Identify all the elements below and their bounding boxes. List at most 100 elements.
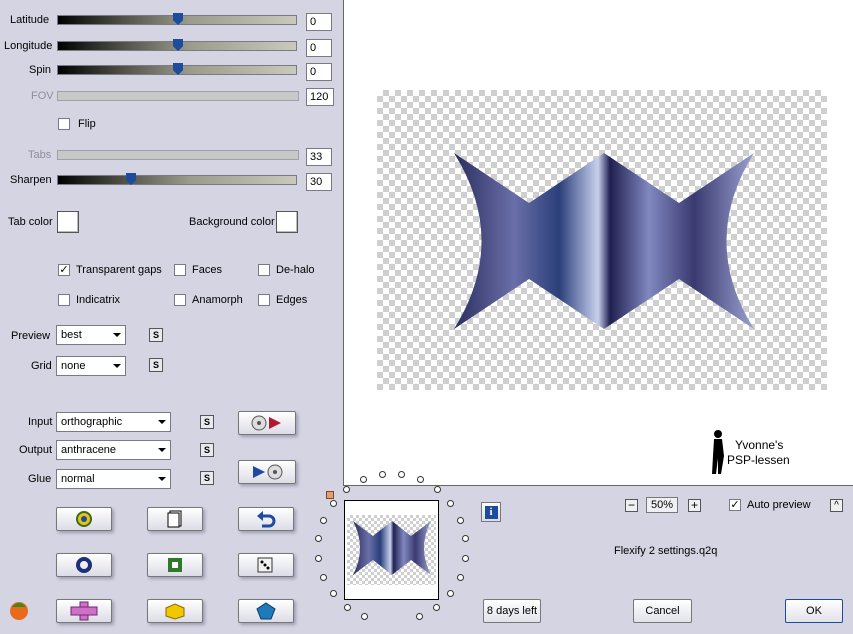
cancel-button[interactable]: Cancel bbox=[633, 599, 692, 623]
latitude-slider[interactable] bbox=[57, 13, 297, 25]
box-button[interactable] bbox=[147, 599, 203, 623]
longitude-slider[interactable] bbox=[57, 39, 297, 51]
frame-button[interactable] bbox=[147, 553, 203, 577]
document-icon bbox=[167, 510, 182, 528]
undo-button[interactable] bbox=[238, 507, 294, 531]
glue-select[interactable]: normal bbox=[56, 469, 171, 489]
spin-label: Spin bbox=[29, 64, 52, 76]
navigator-dot[interactable] bbox=[315, 535, 323, 543]
grid-label: Grid bbox=[31, 360, 52, 372]
collapse-button[interactable]: ^ bbox=[830, 499, 843, 512]
output-select-value: anthracene bbox=[61, 444, 117, 456]
tab-color-swatch[interactable] bbox=[57, 211, 79, 233]
play-backward-button[interactable] bbox=[238, 460, 296, 484]
trial-days-button[interactable]: 8 days left bbox=[483, 599, 541, 623]
sharpen-value[interactable]: 30 bbox=[306, 173, 332, 191]
cross-shape-button[interactable] bbox=[56, 599, 112, 623]
navigator-dot[interactable] bbox=[456, 573, 464, 581]
ring-button[interactable] bbox=[56, 553, 112, 577]
navigator-dot[interactable] bbox=[461, 535, 469, 543]
glue-label: Glue bbox=[28, 473, 52, 485]
faces-checkbox[interactable] bbox=[174, 264, 186, 276]
preview-label: Preview bbox=[11, 330, 51, 342]
navigator-dot[interactable] bbox=[361, 613, 369, 621]
navigator-dot[interactable] bbox=[447, 499, 455, 507]
de-halo-checkbox[interactable] bbox=[258, 264, 270, 276]
navigator-dot[interactable] bbox=[432, 603, 440, 611]
copy-button[interactable] bbox=[147, 507, 203, 531]
input-s-button[interactable]: S bbox=[200, 415, 214, 429]
navigator-dot[interactable] bbox=[330, 590, 338, 598]
spin-slider[interactable] bbox=[57, 63, 297, 75]
spin-value[interactable]: 0 bbox=[306, 63, 332, 81]
navigator-dot[interactable] bbox=[446, 590, 454, 598]
flexify-logo-icon bbox=[6, 597, 32, 624]
glue-select-value: normal bbox=[61, 473, 95, 485]
navigator-handle[interactable] bbox=[326, 491, 334, 499]
zoom-out-button[interactable]: − bbox=[625, 499, 638, 512]
pentagon-button[interactable] bbox=[238, 599, 294, 623]
navigator-dot[interactable] bbox=[344, 603, 352, 611]
navigator-dot[interactable] bbox=[433, 485, 441, 493]
latitude-label: Latitude bbox=[10, 14, 50, 26]
grid-s-button[interactable]: S bbox=[149, 358, 163, 372]
output-s-button[interactable]: S bbox=[200, 443, 214, 457]
navigator-dot[interactable] bbox=[320, 573, 328, 581]
watermark-line-2: PSP-lessen bbox=[727, 453, 790, 467]
edges-checkbox[interactable] bbox=[258, 294, 270, 306]
chevron-down-icon bbox=[113, 364, 121, 368]
output-label: Output bbox=[19, 444, 53, 456]
navigator-dot[interactable] bbox=[461, 554, 469, 562]
chevron-down-icon bbox=[113, 333, 121, 337]
navigator-thumbnail[interactable] bbox=[344, 500, 439, 600]
ok-button[interactable]: OK bbox=[785, 599, 843, 623]
randomize-button[interactable] bbox=[56, 507, 112, 531]
longitude-label: Longitude bbox=[4, 40, 53, 52]
navigator-dot[interactable] bbox=[457, 516, 465, 524]
preview-canvas[interactable]: Yvonne's PSP-lessen bbox=[343, 0, 853, 486]
tabs-label: Tabs bbox=[28, 149, 52, 161]
latitude-thumb[interactable] bbox=[173, 13, 183, 25]
input-select[interactable]: orthographic bbox=[56, 412, 171, 432]
sharpen-slider[interactable] bbox=[57, 173, 297, 185]
pentagon-icon bbox=[256, 602, 276, 620]
preview-s-button[interactable]: S bbox=[149, 328, 163, 342]
spin-thumb[interactable] bbox=[173, 63, 183, 75]
indicatrix-checkbox[interactable] bbox=[58, 294, 70, 306]
zoom-in-button[interactable]: + bbox=[688, 499, 701, 512]
de-halo-label: De-halo bbox=[276, 264, 315, 276]
yvonne-logo-icon bbox=[708, 428, 728, 479]
play-forward-button[interactable] bbox=[238, 411, 296, 435]
navigator-dot[interactable] bbox=[378, 471, 386, 479]
auto-preview-label: Auto preview bbox=[747, 499, 811, 511]
zoom-value[interactable]: 50% bbox=[646, 497, 678, 513]
auto-preview-checkbox[interactable]: ✓ bbox=[729, 499, 741, 511]
navigator-dot[interactable] bbox=[343, 485, 351, 493]
flip-label: Flip bbox=[78, 118, 96, 130]
flip-checkbox[interactable] bbox=[58, 118, 70, 130]
preview-select[interactable]: best bbox=[56, 325, 126, 345]
chevron-down-icon bbox=[158, 477, 166, 481]
background-color-swatch[interactable] bbox=[276, 211, 298, 233]
sharpen-label: Sharpen bbox=[10, 174, 52, 186]
thumbnail-image bbox=[353, 521, 431, 575]
sharpen-thumb[interactable] bbox=[126, 173, 136, 185]
transparent-gaps-checkbox[interactable]: ✓ bbox=[58, 264, 70, 276]
longitude-thumb[interactable] bbox=[173, 39, 183, 51]
longitude-value[interactable]: 0 bbox=[306, 39, 332, 57]
navigator-dot[interactable] bbox=[315, 554, 323, 562]
latitude-value[interactable]: 0 bbox=[306, 13, 332, 31]
transparent-gaps-label: Transparent gaps bbox=[76, 264, 162, 276]
yellow-box-icon bbox=[165, 603, 185, 620]
anamorph-label: Anamorph bbox=[192, 294, 243, 306]
anamorph-checkbox[interactable] bbox=[174, 294, 186, 306]
info-button[interactable]: i bbox=[481, 502, 501, 522]
square-frame-icon bbox=[168, 558, 182, 572]
navigator-dot[interactable] bbox=[319, 516, 327, 524]
glue-s-button[interactable]: S bbox=[200, 471, 214, 485]
output-select[interactable]: anthracene bbox=[56, 440, 171, 460]
navigator-dot[interactable] bbox=[415, 613, 423, 621]
random-dice-button[interactable] bbox=[238, 553, 294, 577]
grid-select[interactable]: none bbox=[56, 356, 126, 376]
navigator-dot[interactable] bbox=[329, 499, 337, 507]
